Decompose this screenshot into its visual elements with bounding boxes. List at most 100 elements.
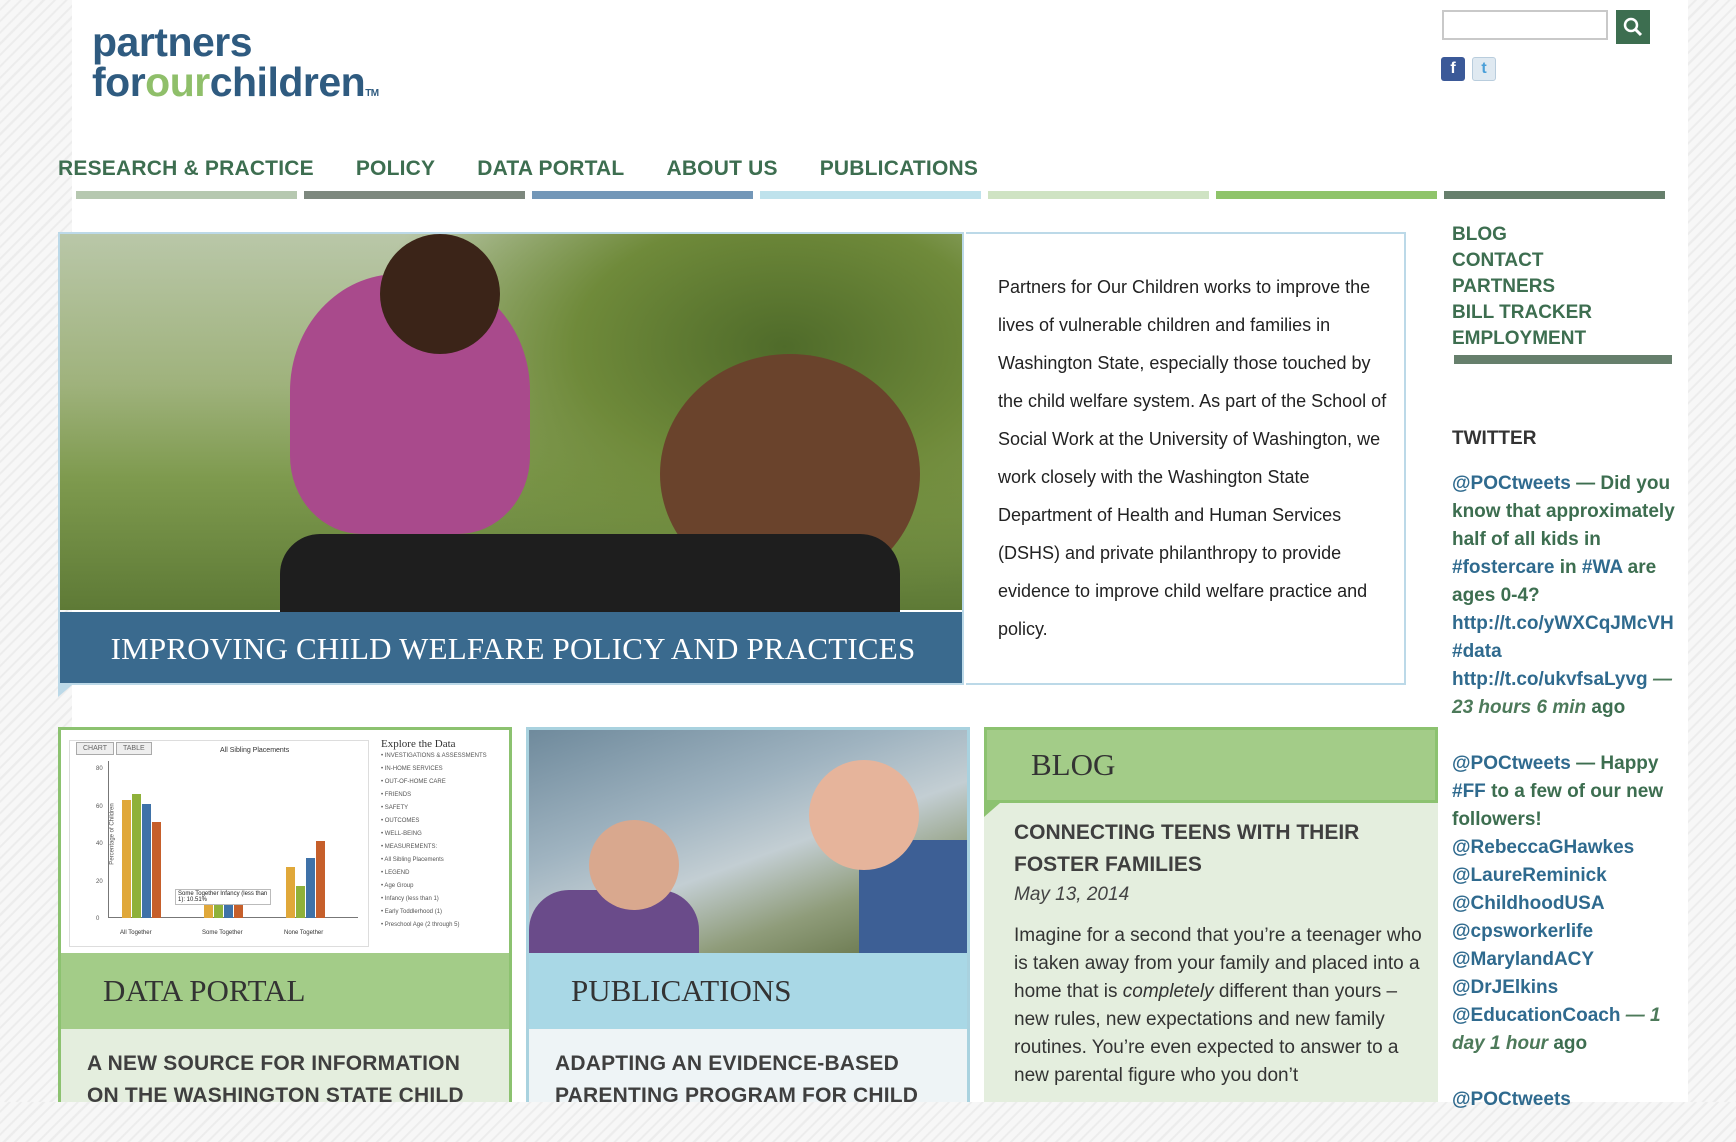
- sidebar-link-partners[interactable]: PARTNERS: [1452, 274, 1592, 300]
- explore-option: • SAFETY: [381, 805, 409, 811]
- explore-option: • WELL-BEING: [381, 831, 422, 837]
- explore-option: • IN-HOME SERVICES: [381, 766, 443, 772]
- hashtag-link[interactable]: #WA: [1582, 557, 1622, 578]
- chart-x-tick-label: All Together: [120, 930, 152, 936]
- nav-about-us[interactable]: ABOUT US: [666, 157, 777, 181]
- publications-title[interactable]: PUBLICATIONS: [529, 953, 967, 1029]
- chart-y-axis: [108, 761, 109, 918]
- main-nav: RESEARCH & PRACTICE POLICY DATA PORTAL A…: [58, 157, 1020, 181]
- blog-heading[interactable]: BLOG: [984, 727, 1438, 803]
- tweet-handle[interactable]: @POCtweets: [1452, 753, 1571, 774]
- logo-line1: partners: [92, 19, 253, 65]
- twitter-feed: @POCtweets — Did you know that approxima…: [1452, 470, 1692, 1142]
- chart-tooltip: Some Together Infancy (less than 1): 10.…: [175, 889, 271, 905]
- chart-y-tick-label: 80: [96, 766, 103, 772]
- nav-color-bar: [760, 191, 981, 199]
- explore-option: • LEGEND: [381, 870, 410, 876]
- table-tab: TABLE: [115, 742, 152, 755]
- sidebar-links: BLOG CONTACT PARTNERS BILL TRACKER EMPLO…: [1452, 222, 1592, 352]
- explore-option: • MEASUREMENTS:: [381, 844, 438, 850]
- mention-link[interactable]: @ChildhoodUSA: [1452, 893, 1604, 914]
- explore-option: • Preschool Age (2 through 5): [381, 922, 460, 928]
- logo-line2: forourchildrenTM: [92, 59, 379, 106]
- mention-link[interactable]: @LaureReminick: [1452, 865, 1607, 886]
- nav-color-bar: [1216, 191, 1437, 199]
- data-portal-card[interactable]: CHART TABLE All Sibling Placements Percen…: [58, 727, 512, 1102]
- nav-color-bar: [988, 191, 1209, 199]
- search-button[interactable]: [1616, 10, 1650, 44]
- site-logo[interactable]: partners forourchildrenTM: [92, 19, 379, 106]
- chart-bar: [316, 841, 325, 918]
- chart-title: All Sibling Placements: [220, 747, 290, 754]
- mention-link[interactable]: @DrJElkins: [1452, 977, 1558, 998]
- intro-text: Partners for Our Children works to impro…: [998, 277, 1387, 639]
- nav-policy[interactable]: POLICY: [356, 157, 435, 181]
- blog-post-excerpt: Imagine for a second that you’re a teena…: [1014, 925, 1422, 1086]
- chart-y-tick-label: 60: [96, 803, 103, 810]
- search-icon: [1623, 17, 1643, 37]
- nav-data-portal[interactable]: DATA PORTAL: [477, 157, 624, 181]
- explore-option: • OUT-OF-HOME CARE: [381, 779, 446, 785]
- explore-option: • INVESTIGATIONS & ASSESSMENTS: [381, 753, 487, 759]
- data-portal-title[interactable]: DATA PORTAL: [61, 953, 509, 1029]
- explore-option: • Infancy (less than 1): [381, 896, 439, 902]
- chart-tab: CHART: [76, 742, 114, 755]
- chart-bar: [296, 886, 305, 918]
- nav-color-bar: [76, 191, 297, 199]
- tweet-url[interactable]: http://t.co/ukvfsaLyvg: [1452, 669, 1648, 690]
- nav-publications[interactable]: PUBLICATIONS: [820, 157, 978, 181]
- hashtag-link[interactable]: #fostercare: [1452, 557, 1554, 578]
- chart-thumbnail: CHART TABLE All Sibling Placements Percen…: [69, 740, 369, 947]
- publications-headline[interactable]: ADAPTING AN EVIDENCE-BASED PARENTING PRO…: [555, 1048, 945, 1102]
- tweet-url[interactable]: http://t.co/yWXCqJMcVH: [1452, 613, 1674, 634]
- sidebar-link-blog[interactable]: BLOG: [1452, 222, 1592, 248]
- tweet-handle[interactable]: @POCtweets: [1452, 1089, 1571, 1110]
- explore-option: • Age Group: [381, 883, 414, 889]
- sidebar-link-employment[interactable]: EMPLOYMENT: [1452, 326, 1592, 352]
- explore-option: • Early Toddlerhood (1): [381, 909, 443, 915]
- chart-x-tick-label: None Together: [284, 930, 324, 936]
- nav-color-bar: [532, 191, 753, 199]
- chart-bar: [152, 822, 161, 918]
- sidebar-link-bill-tracker[interactable]: BILL TRACKER: [1452, 300, 1592, 326]
- hero-feature[interactable]: IMPROVING CHILD WELFARE POLICY AND PRACT…: [58, 232, 964, 685]
- search-input[interactable]: [1442, 10, 1608, 40]
- publications-card[interactable]: PUBLICATIONS ADAPTING AN EVIDENCE-BASED …: [526, 727, 970, 1102]
- hero-tail: [58, 685, 72, 697]
- nav-color-bars: [76, 191, 1665, 199]
- tweet-handle[interactable]: @POCtweets: [1452, 473, 1571, 494]
- hashtag-link[interactable]: #FF: [1452, 781, 1486, 802]
- chart-bar: [286, 867, 295, 918]
- nav-research-practice[interactable]: RESEARCH & PRACTICE: [58, 157, 314, 181]
- sidebar-link-contact[interactable]: CONTACT: [1452, 248, 1592, 274]
- mention-link[interactable]: @cpsworkerlife: [1452, 921, 1593, 942]
- intro-panel: Partners for Our Children works to impro…: [966, 232, 1406, 685]
- twitter-heading: TWITTER: [1452, 428, 1537, 449]
- blog-post-title[interactable]: CONNECTING TEENS WITH THEIR FOSTER FAMIL…: [1014, 817, 1424, 881]
- blog-card[interactable]: BLOG CONNECTING TEENS WITH THEIR FOSTER …: [984, 727, 1438, 1102]
- chart-y-tick-label: 0: [96, 916, 100, 922]
- hashtag-link[interactable]: #data: [1452, 641, 1502, 662]
- chart-bar: [122, 799, 131, 918]
- explore-option: • FRIENDS: [381, 792, 412, 798]
- nav-color-bar: [1444, 191, 1665, 199]
- mention-link[interactable]: @EducationCoach: [1452, 1005, 1620, 1026]
- explore-title: Explore the Data: [381, 738, 456, 750]
- explore-option: • OUTCOMES: [381, 818, 420, 824]
- hero-banner[interactable]: IMPROVING CHILD WELFARE POLICY AND PRACT…: [60, 612, 962, 683]
- mention-link[interactable]: @MarylandACY: [1452, 949, 1594, 970]
- data-portal-headline[interactable]: A NEW SOURCE FOR INFORMATION ON THE WASH…: [87, 1048, 477, 1102]
- publications-photo: [529, 730, 967, 960]
- mention-link[interactable]: @RebeccaGHawkes: [1452, 837, 1634, 858]
- explore-option: • All Sibling Placements: [381, 857, 444, 863]
- facebook-icon[interactable]: f: [1441, 57, 1465, 81]
- chart-bar: [132, 794, 141, 918]
- hero-photo: [60, 234, 962, 624]
- chart-explore-panel: Explore the Data • INVESTIGATIONS & ASSE…: [381, 738, 501, 932]
- chart-bar: [306, 858, 315, 918]
- chart-y-tick-label: 40: [96, 841, 103, 847]
- twitter-icon[interactable]: t: [1472, 57, 1496, 81]
- tweet: @POCtweets: [1452, 1086, 1692, 1114]
- chart-y-tick-label: 20: [96, 878, 103, 885]
- tweet: @POCtweets — Did you know that approxima…: [1452, 473, 1675, 718]
